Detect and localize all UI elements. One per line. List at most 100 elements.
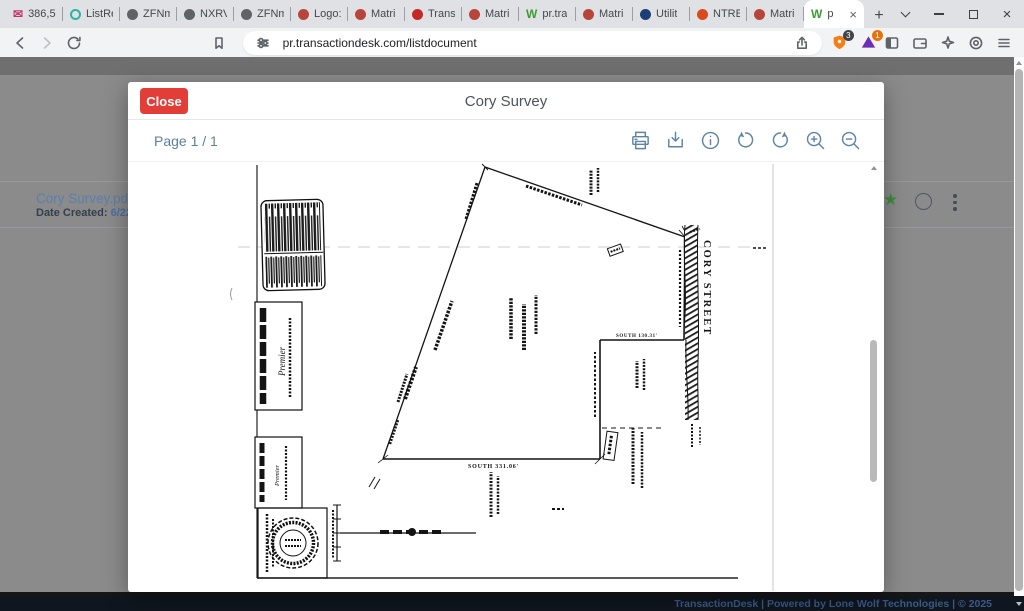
matrix-icon [469, 9, 480, 20]
browser-tab-matrix-3[interactable]: Matri [576, 0, 633, 28]
matrix-icon [298, 9, 309, 20]
printer-icon[interactable] [628, 129, 652, 153]
tab-label: NTRE [713, 8, 740, 20]
browser-tab-listreports[interactable]: ListRe [63, 0, 120, 28]
shield-extension-icon[interactable]: 3 [828, 31, 851, 55]
side-panel-icon[interactable] [880, 31, 904, 55]
tab-label: NXRV [200, 8, 227, 20]
matrix-icon [355, 9, 366, 20]
tab-label: Matri [371, 8, 395, 20]
globe-icon [184, 9, 195, 20]
kebab-menu-icon[interactable] [953, 194, 957, 211]
browser-tab-matrix-1[interactable]: Matri [348, 0, 405, 28]
browser-tab-email[interactable]: ✉386,5 [6, 0, 63, 28]
viewer-toolbar: Page 1 / 1 [128, 120, 884, 162]
share-icon[interactable] [790, 31, 814, 55]
legend-boxes: Premier Premier [255, 199, 325, 508]
viewer-scrollbar[interactable] [869, 164, 878, 586]
forward-icon[interactable] [35, 31, 58, 55]
scroll-down-cell[interactable] [1014, 596, 1024, 611]
premier-logo-text: Premier [277, 346, 287, 377]
rotate-left-icon[interactable] [733, 129, 757, 153]
minimize-button[interactable] [922, 0, 956, 28]
select-circle-checkbox[interactable] [915, 193, 932, 210]
surveyor-seal [258, 508, 327, 578]
browser-tab-nxrv[interactable]: NXRV [177, 0, 234, 28]
modal-header: Close Cory Survey [128, 82, 884, 120]
url-text[interactable]: pr.transactiondesk.com/listdocument [283, 36, 790, 50]
tab-search-chevron-icon[interactable] [888, 0, 922, 28]
viewer-scrollbar-thumb[interactable] [870, 340, 877, 482]
menu-icon[interactable] [992, 31, 1016, 55]
rotate-right-icon[interactable] [768, 129, 792, 153]
scale-bar [333, 505, 476, 561]
page-scrollbar[interactable] [1014, 57, 1024, 596]
viewer-toolbar-icons [628, 129, 862, 153]
new-tab-button[interactable]: + [870, 4, 888, 28]
illegible-annotations [390, 168, 766, 517]
browser-tab-matrix-4[interactable]: Matri [747, 0, 804, 28]
viewer-scroll-up-icon[interactable] [871, 166, 877, 170]
ntreis-icon [697, 9, 708, 20]
document-preview-modal: Close Cory Survey Page 1 / 1 [128, 82, 884, 592]
close-window-button[interactable]: × [990, 0, 1024, 28]
cory-street: CORY STREET [684, 225, 712, 420]
browser-tab-logo[interactable]: Logo: [291, 0, 348, 28]
matrix-icon [583, 9, 594, 20]
modal-title: Cory Survey [128, 82, 884, 120]
info-icon[interactable] [698, 129, 722, 153]
browser-tab-utility[interactable]: Utilit [633, 0, 690, 28]
matrix-icon [754, 9, 765, 20]
browser-tab-zfnm-1[interactable]: ZFNm [120, 0, 177, 28]
globe-icon [127, 9, 138, 20]
south-dimension-label: SOUTH 331.06' [468, 464, 519, 470]
window-controls: × [888, 0, 1024, 28]
tab-strip-tabs: ✉386,5ListReZFNmNXRVZFNmLogo:MatriTransM… [0, 0, 864, 28]
page-indicator: Page 1 / 1 [154, 133, 218, 149]
document-date: Date Created: 6/22 [36, 207, 132, 219]
browser-tab-zfnm-2[interactable]: ZFNm [234, 0, 291, 28]
instanet-icon [412, 9, 423, 20]
tab-label: pr.tra [542, 8, 567, 20]
bookmark-icon[interactable] [207, 31, 230, 55]
email-icon: ✉ [13, 8, 23, 20]
document-viewer[interactable]: Premier Premier [128, 162, 884, 591]
cory-street-label: CORY STREET [701, 240, 712, 336]
site-header-dimmed [0, 57, 1014, 75]
browser-tab-ntreis[interactable]: NTRE [690, 0, 747, 28]
zoom-out-icon[interactable] [838, 129, 862, 153]
transactiondesk-icon: W [526, 8, 537, 20]
notch-dimension-label: SOUTH 130.31' [616, 334, 658, 339]
zoom-in-icon[interactable] [803, 129, 827, 153]
scroll-up-arrow-icon[interactable] [1016, 61, 1022, 65]
transactiondesk-icon: W [811, 8, 822, 20]
reload-icon[interactable] [62, 31, 85, 55]
footer-text: TransactionDesk | Powered by Lone Wolf T… [674, 598, 992, 610]
browser-tab-active-doc[interactable]: Wp× [804, 0, 864, 28]
download-icon[interactable] [663, 129, 687, 153]
profile-icon[interactable] [964, 31, 988, 55]
document-link[interactable]: Cory Survey.pdf [36, 191, 132, 206]
tab-close-icon[interactable]: × [849, 8, 857, 21]
favorite-star-icon[interactable]: ★ [883, 190, 898, 210]
maximize-button[interactable] [956, 0, 990, 28]
page-scrollbar-thumb[interactable] [1015, 69, 1023, 591]
scroll-down-arrow-icon[interactable] [1016, 602, 1022, 606]
date-created-label: Date Created: [36, 207, 108, 219]
tab-label: Trans [428, 8, 455, 20]
browser-tab-transactions[interactable]: Trans [405, 0, 462, 28]
premier-logo-text-2: Premier [274, 464, 281, 487]
alert-extension-icon[interactable]: 1 [857, 31, 880, 55]
tab-label: Logo: [314, 8, 341, 20]
address-bar[interactable]: pr.transactiondesk.com/listdocument [243, 31, 822, 55]
sparkle-icon[interactable] [936, 31, 960, 55]
tab-label: Matri [485, 8, 509, 20]
site-settings-icon[interactable] [251, 31, 275, 55]
browser-tab-pr-transaction[interactable]: Wpr.tra [519, 0, 576, 28]
survey-document-drawing: Premier Premier [230, 162, 878, 591]
back-icon[interactable] [8, 31, 31, 55]
listreports-icon [70, 9, 81, 20]
tab-label: Matri [770, 8, 794, 20]
browser-tab-matrix-2[interactable]: Matri [462, 0, 519, 28]
wallet-icon[interactable] [908, 31, 932, 55]
